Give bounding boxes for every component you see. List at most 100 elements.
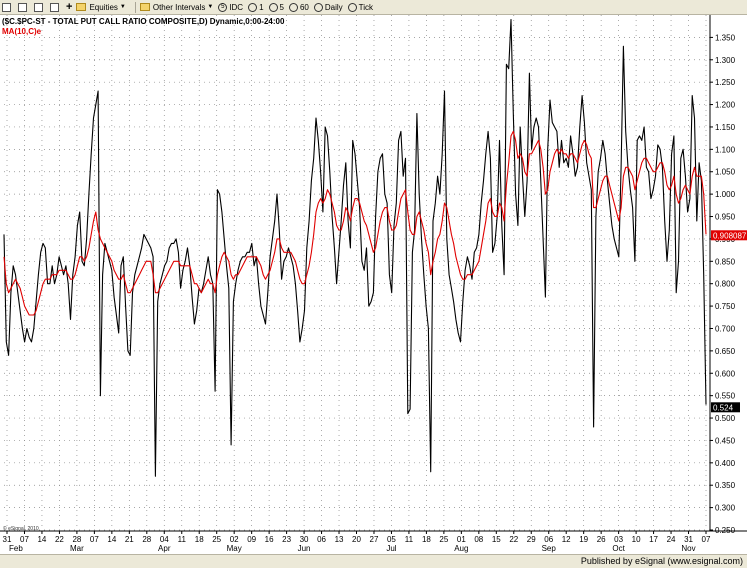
y-tick-label: 1.250 [715, 78, 736, 87]
x-tick-label: 18 [422, 535, 431, 544]
y-tick-label: 1.200 [715, 101, 736, 110]
x-tick-label: 14 [107, 535, 116, 544]
tick-button[interactable]: Tick [347, 1, 374, 14]
x-tick-label: 11 [405, 535, 414, 544]
ma-value-badge-label: 0.908087 [713, 231, 747, 240]
x-tick-label: 12 [562, 535, 571, 544]
y-tick-label: 0.950 [715, 213, 736, 222]
equities-label: Equities [89, 2, 118, 12]
x-tick-label: 13 [335, 535, 344, 544]
interval-icon [288, 2, 298, 12]
x-tick-label: 29 [527, 535, 536, 544]
x-month-label: Aug [454, 544, 468, 553]
x-tick-label: 06 [317, 535, 326, 544]
other-intervals-label: Other Intervals [152, 2, 206, 12]
interval-icon [313, 2, 323, 12]
interval-5-button[interactable]: 5 [268, 1, 284, 14]
chart-icon[interactable] [2, 1, 13, 14]
publisher-text: Published by eSignal (www.esignal.com) [580, 556, 743, 566]
x-tick-label: 23 [282, 535, 291, 544]
x-month-label: May [227, 544, 242, 553]
chart-title: ($C.$PC-ST - TOTAL PUT CALL RATIO COMPOS… [2, 17, 285, 26]
add-icon[interactable]: + [66, 1, 72, 14]
x-tick-label: 07 [702, 535, 711, 544]
x-month-label: Sep [542, 544, 557, 553]
y-tick-label: 0.750 [715, 302, 736, 311]
x-tick-label: 15 [492, 535, 501, 544]
x-tick-label: 08 [474, 535, 483, 544]
grid [4, 15, 710, 531]
last-value-badge-label: 0.524 [713, 403, 734, 412]
x-tick-label: 19 [579, 535, 588, 544]
x-tick-label: 06 [544, 535, 553, 544]
x-tick-label: 14 [37, 535, 46, 544]
y-tick-label: 0.700 [715, 324, 736, 333]
y-tick-label: 1.150 [715, 123, 736, 132]
x-tick-label: 01 [457, 535, 466, 544]
layout-icon[interactable] [18, 1, 29, 14]
tick-label: Tick [358, 2, 374, 12]
interval-1-button[interactable]: 1 [248, 1, 264, 14]
x-month-label: Nov [681, 544, 695, 553]
x-tick-label: 31 [684, 535, 693, 544]
interval-60-label: 60 [299, 2, 309, 12]
x-axis: 31 07 14 22 28 07 14 21 28 04 11 18 25 02 09 16 23 30 06 13… [0, 530, 747, 553]
x-month-label: Feb [9, 544, 23, 553]
grid-icon[interactable] [50, 1, 61, 14]
interval-icon [347, 2, 357, 12]
idc-label: IDC [229, 2, 244, 12]
x-tick-label: 04 [160, 535, 169, 544]
interval-1-label: 1 [259, 2, 264, 12]
y-tick-label: 0.600 [715, 369, 736, 378]
toolbar: + Equities ▼ Other Intervals ▼ 5 IDC 1 5 60… [0, 0, 747, 15]
x-tick-label: 24 [667, 535, 676, 544]
y-tick-label: 0.400 [715, 459, 736, 468]
interval-60-button[interactable]: 60 [288, 1, 309, 14]
x-tick-label: 11 [178, 535, 187, 544]
y-tick-label: 1.050 [715, 168, 736, 177]
y-tick-label: 0.450 [715, 436, 736, 445]
y-tick-label: 1.100 [715, 145, 736, 154]
x-tick-label: 28 [142, 535, 151, 544]
other-intervals-menu[interactable]: Other Intervals ▼ [139, 1, 213, 14]
daily-label: Daily [324, 2, 343, 12]
caret-down-icon: ▼ [119, 4, 126, 10]
x-month-label: Jul [386, 544, 396, 553]
y-tick-label: 0.850 [715, 257, 736, 266]
y-tick-label: 0.350 [715, 481, 736, 490]
x-tick-label: 07 [90, 535, 99, 544]
interval-icon [248, 2, 258, 12]
idc-button[interactable]: 5 IDC [218, 1, 243, 14]
copy-icon[interactable] [34, 1, 45, 14]
footer: Published by eSignal (www.esignal.com) [0, 554, 747, 568]
equities-menu[interactable]: Equities ▼ [76, 1, 126, 14]
ma-legend: MA(10,C)e [2, 27, 42, 36]
copyright: © eSignal, 2010 [3, 526, 39, 532]
x-tick-label: 16 [265, 535, 274, 544]
y-tick-label: 1.350 [715, 33, 736, 42]
folder-icon [76, 3, 87, 11]
daily-button[interactable]: Daily [313, 1, 343, 14]
x-tick-label: 17 [649, 535, 658, 544]
x-tick-label: 22 [55, 535, 64, 544]
x-tick-label: 26 [597, 535, 606, 544]
x-tick-label: 05 [387, 535, 396, 544]
x-tick-label: 28 [72, 535, 81, 544]
x-tick-label: 18 [195, 535, 204, 544]
put-call-ratio-line [3, 18, 707, 477]
x-tick-label: 31 [3, 535, 12, 544]
x-tick-label: 25 [439, 535, 448, 544]
x-tick-label: 22 [509, 535, 518, 544]
y-tick-label: 0.650 [715, 347, 736, 356]
x-tick-label: 27 [370, 535, 379, 544]
chart[interactable]: 0.2500.3000.3500.4000.4500.5000.5500.600… [0, 15, 747, 554]
y-axis: 0.2500.3000.3500.4000.4500.5000.5500.600… [709, 15, 736, 535]
y-tick-label: 1.000 [715, 190, 736, 199]
x-tick-label: 10 [632, 535, 641, 544]
x-month-label: Mar [70, 544, 84, 553]
x-tick-label: 20 [352, 535, 361, 544]
x-tick-label: 30 [300, 535, 309, 544]
x-month-label: Jun [298, 544, 311, 553]
y-tick-label: 0.550 [715, 392, 736, 401]
y-tick-label: 0.500 [715, 414, 736, 423]
